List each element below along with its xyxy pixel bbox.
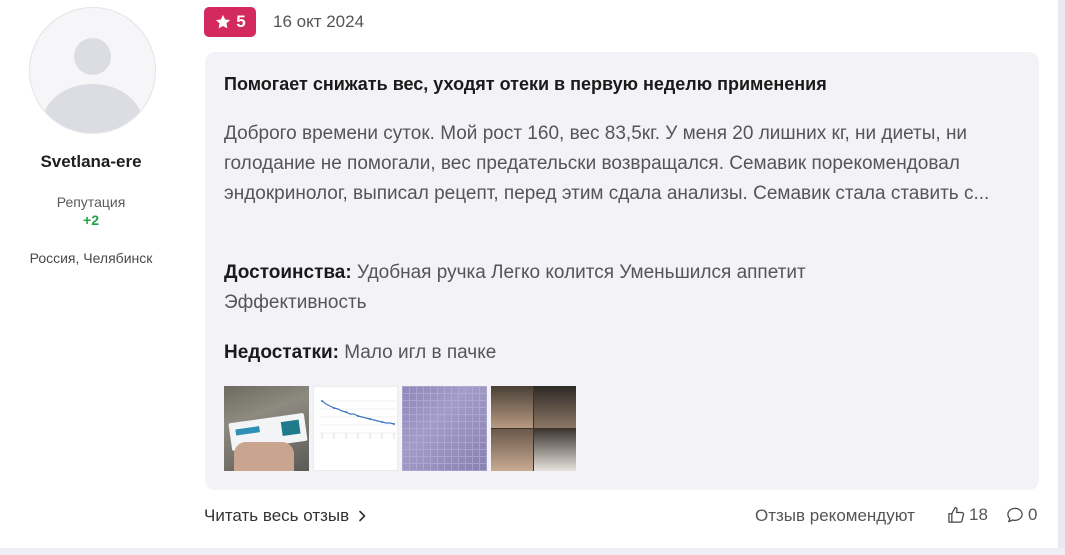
like-count: 18 <box>969 505 988 524</box>
review-date: 16 окт 2024 <box>273 12 365 31</box>
author-name[interactable]: Svetlana-ere <box>0 152 182 172</box>
photo-thumbnail-3[interactable] <box>402 386 487 471</box>
avatar-head <box>74 38 111 75</box>
reputation-value: +2 <box>83 212 99 228</box>
read-more-label: Читать весь отзыв <box>204 506 350 525</box>
reputation-label: Репутация <box>56 194 126 210</box>
author-column: Svetlana-ere Репутация +2 Россия, Челяби… <box>0 0 190 555</box>
cons-block: Недостатки: Мало игл в пачке <box>224 338 924 368</box>
rating-badge: 5 <box>204 7 256 37</box>
photo-thumbnail-4[interactable] <box>491 386 576 471</box>
photo-gallery <box>224 386 576 471</box>
photo-4-collage-part-4 <box>534 429 576 471</box>
star-icon <box>216 14 231 29</box>
photo-2-chart-graphic <box>314 387 397 470</box>
photo-1-hand <box>234 442 294 471</box>
author-location: Россия, Челябинск <box>29 250 153 266</box>
page-right-gutter <box>1058 0 1065 555</box>
pros-label: Достоинства: <box>224 262 352 283</box>
recommend-label: Отзыв рекомендуют <box>755 506 915 525</box>
rating-value: 5 <box>236 12 246 31</box>
photo-4-collage-part-1 <box>491 386 533 428</box>
cons-label: Недостатки: <box>224 342 339 363</box>
photo-thumbnail-2[interactable] <box>313 386 398 471</box>
read-full-review-link[interactable]: Читать весь отзыв <box>204 506 367 526</box>
review-title[interactable]: Помогает снижать вес, уходят отеки в пер… <box>224 74 1024 95</box>
photo-thumbnail-1[interactable] <box>224 386 309 471</box>
like-button[interactable]: 18 <box>946 505 988 525</box>
cons-text: Мало игл в пачке <box>344 342 497 363</box>
comment-bubble-icon <box>1007 507 1023 523</box>
comment-count: 0 <box>1028 505 1038 524</box>
comments-button[interactable]: 0 <box>1005 505 1037 525</box>
review-text: Доброго времени суток. Мой рост 160, вес… <box>224 123 990 204</box>
chevron-right-icon <box>359 510 366 522</box>
thumbs-up-icon <box>948 506 965 523</box>
avatar[interactable] <box>29 7 156 134</box>
avatar-body <box>42 84 143 133</box>
photo-4-collage-part-2 <box>534 386 576 428</box>
photo-3-notebook-grid <box>402 386 487 471</box>
pros-block: Достоинства: Удобная ручка Легко колится… <box>224 258 924 318</box>
photo-4-collage-part-3 <box>491 429 533 471</box>
